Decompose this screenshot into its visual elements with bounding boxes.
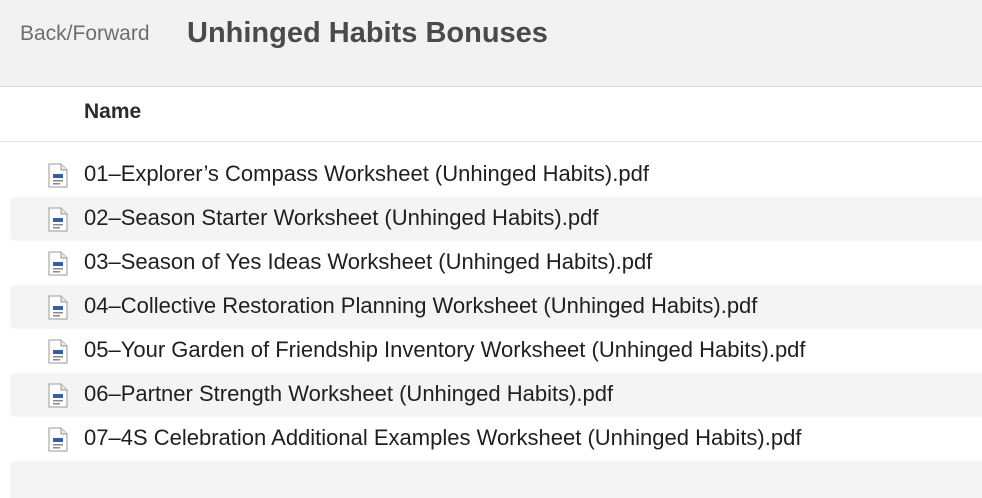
pdf-file-icon	[48, 251, 68, 276]
file-row[interactable]: 07–4S Celebration Additional Examples Wo…	[0, 417, 982, 461]
file-row[interactable]: 02–Season Starter Worksheet (Unhinged Ha…	[0, 197, 982, 241]
file-name: 01–Explorer’s Compass Worksheet (Unhinge…	[84, 161, 649, 186]
finder-toolbar: Back/Forward Unhinged Habits Bonuses	[0, 0, 982, 87]
file-row[interactable]: 05–Your Garden of Friendship Inventory W…	[0, 329, 982, 373]
pdf-file-icon	[48, 383, 68, 408]
column-header-name[interactable]: Name	[84, 100, 141, 124]
file-name: 07–4S Celebration Additional Examples Wo…	[84, 425, 802, 450]
file-list: 01–Explorer’s Compass Worksheet (Unhinge…	[0, 153, 982, 461]
file-name: 05–Your Garden of Friendship Inventory W…	[84, 337, 806, 362]
file-row[interactable]: 01–Explorer’s Compass Worksheet (Unhinge…	[0, 153, 982, 197]
file-row[interactable]: 04–Collective Restoration Planning Works…	[0, 285, 982, 329]
pdf-file-icon	[48, 207, 68, 232]
window-title: Unhinged Habits Bonuses	[187, 17, 548, 49]
back-forward-button[interactable]: Back/Forward	[20, 22, 150, 46]
file-name: 02–Season Starter Worksheet (Unhinged Ha…	[84, 205, 599, 230]
file-name: 03–Season of Yes Ideas Worksheet (Unhing…	[84, 249, 653, 274]
file-name: 04–Collective Restoration Planning Works…	[84, 293, 758, 318]
pdf-file-icon	[48, 339, 68, 364]
pdf-file-icon	[48, 163, 68, 188]
file-name: 06–Partner Strength Worksheet (Unhinged …	[84, 381, 614, 406]
file-row[interactable]: 06–Partner Strength Worksheet (Unhinged …	[0, 373, 982, 417]
pdf-file-icon	[48, 295, 68, 320]
list-header: Name	[0, 87, 982, 142]
file-row[interactable]: 03–Season of Yes Ideas Worksheet (Unhing…	[0, 241, 982, 285]
empty-row-stripe	[10, 461, 982, 498]
pdf-file-icon	[48, 427, 68, 452]
